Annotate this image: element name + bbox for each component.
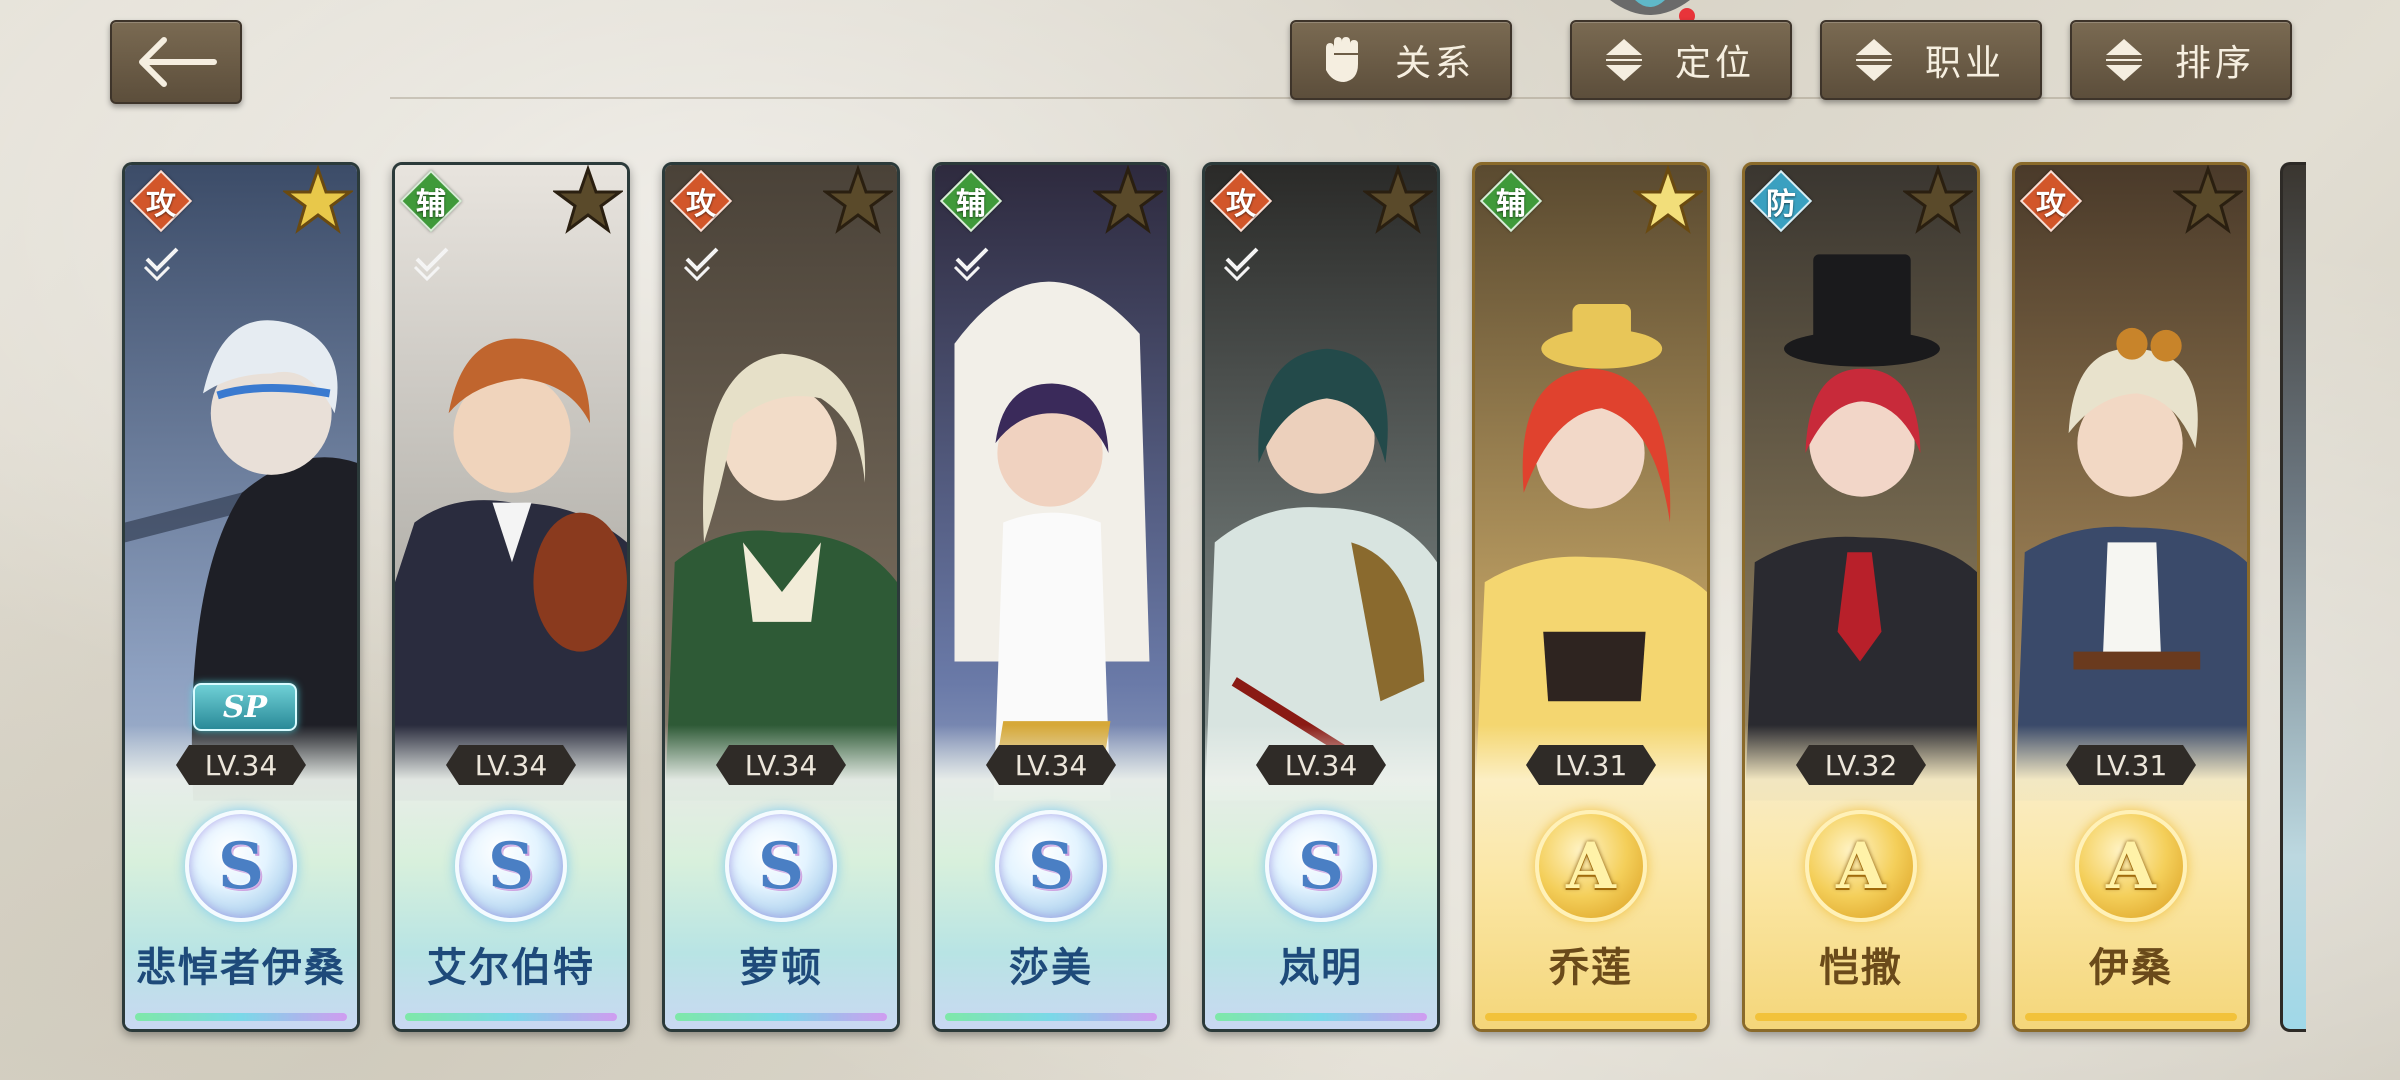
role-label: 攻 — [686, 187, 716, 222]
character-name: 岚明 — [1279, 944, 1363, 991]
character-name: 萝顿 — [739, 944, 823, 991]
star-icon — [1633, 165, 1703, 234]
character-card[interactable]: 攻 LV.31 A 伊桑 — [2012, 162, 2250, 1032]
level-label: LV.34 — [446, 745, 576, 785]
rarity-bar — [1755, 1013, 1967, 1021]
level-label: LV.34 — [176, 745, 306, 785]
star-icon — [1093, 165, 1163, 234]
top-ornament-icon — [1610, 0, 1695, 22]
role-label: 攻 — [146, 187, 176, 222]
rarity-bar — [1485, 1013, 1697, 1021]
check-icon — [413, 247, 449, 282]
rank-a-icon: A — [1535, 810, 1647, 922]
class-filter-label: 职业 — [1924, 43, 2005, 84]
back-button[interactable] — [110, 20, 242, 104]
sort-arrows-icon — [2106, 39, 2142, 81]
level-label: LV.31 — [2066, 745, 2196, 785]
role-badge: 攻 — [669, 169, 733, 233]
character-card[interactable]: 辅 LV.34 S 艾尔伯特 — [392, 162, 630, 1032]
rank-s-icon: S — [185, 810, 297, 922]
role-label: 辅 — [416, 187, 446, 222]
star-icon — [1903, 165, 1973, 234]
rarity-bar — [135, 1013, 347, 1021]
star-icon — [823, 165, 893, 234]
check-icon — [1223, 247, 1259, 282]
hand-icon — [1326, 37, 1358, 82]
level-label: LV.34 — [716, 745, 846, 785]
level-label: LV.34 — [1256, 745, 1386, 785]
relation-filter-button[interactable]: 关系 — [1290, 20, 1512, 100]
rarity-bar — [945, 1013, 1157, 1021]
role-badge: 攻 — [1209, 169, 1273, 233]
star-icon — [553, 165, 623, 234]
level-label: LV.31 — [1526, 745, 1656, 785]
relation-filter-label: 关系 — [1394, 43, 1475, 84]
role-badge: 辅 — [939, 169, 1003, 233]
role-badge: 辅 — [399, 169, 463, 233]
level-label: LV.34 — [986, 745, 1116, 785]
check-icon — [143, 247, 179, 282]
character-name: 乔莲 — [1549, 944, 1633, 991]
role-badge: 攻 — [129, 169, 193, 233]
character-card[interactable]: 辅 LV.34 S 莎美 — [932, 162, 1170, 1032]
character-card[interactable]: 防 LV.32 A 恺撒 — [1742, 162, 1980, 1032]
rank-a-icon: A — [1805, 810, 1917, 922]
character-card[interactable]: 辅 LV.31 A 乔莲 — [1472, 162, 1710, 1032]
position-filter-label: 定位 — [1674, 43, 1755, 84]
character-name: 恺撒 — [1819, 944, 1903, 991]
rarity-bar — [405, 1013, 617, 1021]
role-badge: 辅 — [1479, 169, 1543, 233]
rarity-bar — [2025, 1013, 2237, 1021]
position-filter-button[interactable]: 定位 — [1570, 20, 1792, 100]
rarity-bar — [1215, 1013, 1427, 1021]
arrow-left-icon — [139, 37, 217, 87]
role-label: 攻 — [1226, 187, 1256, 222]
character-name: 伊桑 — [2089, 944, 2173, 991]
sort-arrows-icon — [1606, 39, 1642, 81]
role-label: 攻 — [2036, 187, 2066, 222]
class-filter-button[interactable]: 职业 — [1820, 20, 2042, 100]
star-icon — [2173, 165, 2243, 234]
rank-s-icon: S — [995, 810, 1107, 922]
level-label: LV.32 — [1796, 745, 1926, 785]
star-icon — [1363, 165, 1433, 234]
character-card[interactable]: 攻 LV.34 S 岚明 — [1202, 162, 1440, 1032]
rank-s-icon: S — [455, 810, 567, 922]
star-icon — [283, 165, 353, 234]
rarity-bar — [675, 1013, 887, 1021]
role-label: 防 — [1766, 187, 1796, 222]
role-label: 辅 — [1496, 187, 1526, 222]
rank-a-icon: A — [2075, 810, 2187, 922]
role-label: 辅 — [956, 187, 986, 222]
character-name: 莎美 — [1009, 944, 1093, 991]
character-name: 悲悼者伊桑 — [136, 944, 346, 991]
check-icon — [683, 247, 719, 282]
character-name: 艾尔伯特 — [427, 944, 595, 991]
partial-character-card[interactable] — [2280, 162, 2306, 1032]
rank-s-icon: S — [1265, 810, 1377, 922]
sp-badge: SP — [193, 683, 297, 731]
character-card[interactable]: 攻 SP LV.34 S 悲悼者伊桑 — [122, 162, 360, 1032]
role-badge: 防 — [1749, 169, 1813, 233]
role-badge: 攻 — [2019, 169, 2083, 233]
character-card[interactable]: 攻 LV.34 S 萝顿 — [662, 162, 900, 1032]
rank-s-icon: S — [725, 810, 837, 922]
sort-button[interactable]: 排序 — [2070, 20, 2292, 100]
sort-arrows-icon — [1856, 39, 1892, 81]
sort-label: 排序 — [2174, 43, 2255, 84]
check-icon — [953, 247, 989, 282]
